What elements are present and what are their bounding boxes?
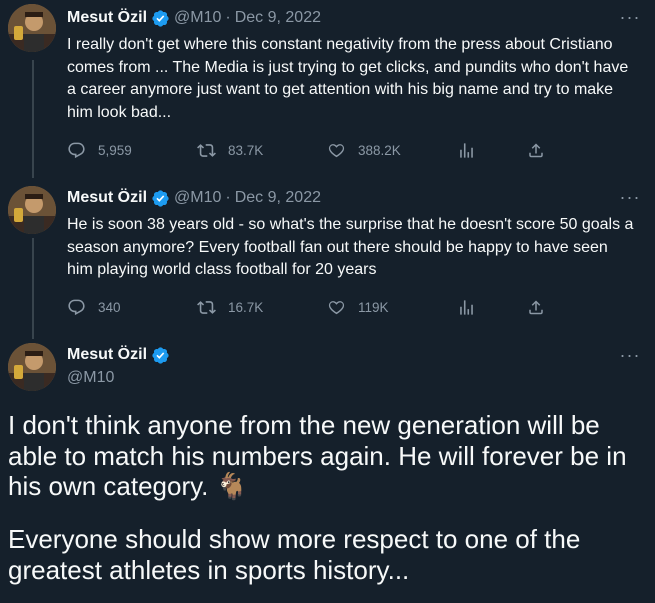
retweet-count: 83.7K	[228, 142, 264, 158]
reply-count: 5,959	[98, 142, 132, 158]
like-count: 388.2K	[358, 142, 401, 158]
handle[interactable]: @M10	[174, 9, 221, 27]
reply-count: 340	[98, 299, 121, 315]
reply-icon	[68, 142, 85, 158]
avatar[interactable]	[8, 343, 56, 391]
handle[interactable]: @M10	[67, 369, 114, 387]
handle[interactable]: @M10	[174, 189, 221, 207]
verified-badge-icon	[151, 9, 170, 28]
tweet-actions: 340 16.7K 119K	[67, 296, 557, 318]
retweet-button[interactable]: 83.7K	[197, 141, 327, 160]
avatar-image	[8, 343, 56, 391]
share-icon	[529, 299, 543, 314]
tweet-header: Mesut Özil @M10 · Dec 9, 2022	[67, 187, 321, 209]
avatar-image	[8, 4, 56, 52]
retweet-icon	[197, 300, 216, 314]
retweet-button[interactable]: 16.7K	[197, 298, 327, 317]
retweet-icon	[197, 143, 216, 157]
share-icon	[529, 142, 543, 157]
thread-line	[32, 60, 34, 178]
tweet-text: I really don't get where this constant n…	[67, 36, 629, 121]
views-button[interactable]	[457, 298, 527, 317]
reply-button[interactable]: 5,959	[67, 141, 197, 160]
display-name[interactable]: Mesut Özil	[67, 346, 147, 364]
verified-badge-icon	[151, 189, 170, 208]
more-icon[interactable]: ···	[619, 188, 641, 210]
display-name[interactable]: Mesut Özil	[67, 189, 147, 207]
tweet-text: He is soon 38 years old - so what's the …	[67, 216, 634, 278]
separator: ·	[225, 9, 231, 26]
more-icon[interactable]: ···	[619, 346, 641, 368]
like-icon	[328, 143, 345, 157]
views-icon	[460, 299, 473, 315]
reply-icon	[68, 299, 85, 315]
share-button[interactable]	[527, 298, 557, 317]
separator: ·	[225, 189, 231, 206]
like-icon	[328, 300, 345, 314]
like-button[interactable]: 119K	[327, 298, 457, 317]
more-icon[interactable]: ···	[619, 8, 641, 30]
retweet-count: 16.7K	[228, 299, 264, 315]
reply-button[interactable]: 340	[67, 298, 197, 317]
avatar[interactable]	[8, 186, 56, 234]
tweet-actions: 5,959 83.7K 388.2K	[67, 139, 557, 161]
verified-badge-icon	[151, 346, 170, 365]
display-name[interactable]: Mesut Özil	[67, 9, 147, 27]
like-button[interactable]: 388.2K	[327, 141, 457, 160]
tweet-text-paragraph: I don't think anyone from the new genera…	[8, 410, 627, 501]
views-icon	[460, 142, 473, 158]
share-button[interactable]	[527, 141, 557, 160]
avatar[interactable]	[8, 4, 56, 52]
tweet-text-paragraph: Everyone should show more respect to one…	[8, 524, 581, 585]
views-button[interactable]	[457, 141, 527, 160]
like-count: 119K	[358, 299, 389, 315]
thread-line	[32, 238, 34, 339]
avatar-image	[8, 186, 56, 234]
tweet-header: Mesut Özil @M10 · Dec 9, 2022	[67, 7, 321, 29]
tweet-header: Mesut Özil	[67, 344, 174, 366]
timestamp[interactable]: Dec 9, 2022	[235, 189, 321, 207]
timestamp[interactable]: Dec 9, 2022	[235, 9, 321, 27]
